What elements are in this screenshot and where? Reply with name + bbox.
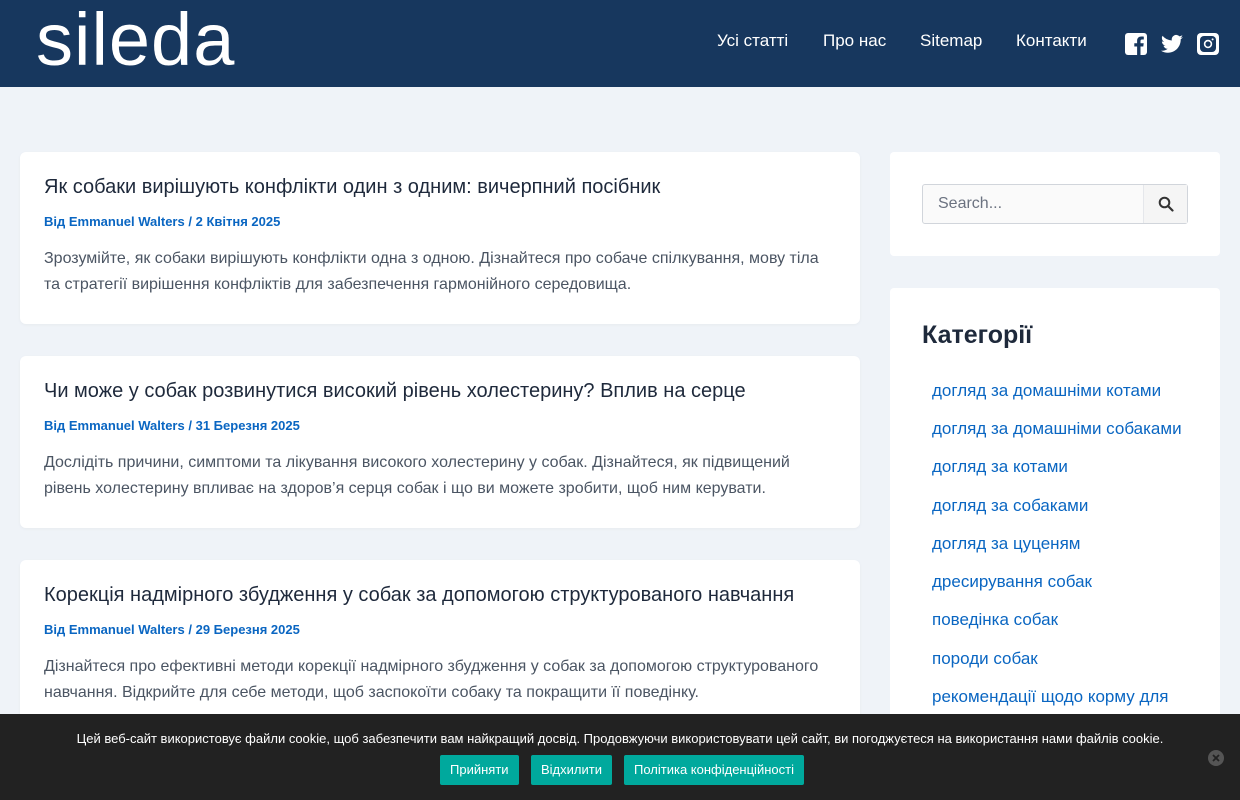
category-link[interactable]: догляд за домашніми котами (932, 381, 1161, 401)
article-date: 31 Березня 2025 (195, 418, 300, 433)
categories-title: Категорії (922, 321, 1033, 349)
search-button[interactable] (1143, 185, 1187, 223)
article-author[interactable]: Emmanuel Walters (69, 622, 185, 637)
close-icon[interactable] (1207, 749, 1225, 767)
cookie-notice: Цей веб-сайт використовує файли cookie, … (0, 714, 1240, 800)
category-link[interactable]: породи собак (932, 649, 1038, 669)
article-meta: Від Emmanuel Walters / 2 Квітня 2025 (44, 214, 280, 229)
article-excerpt: Дослідіть причини, симптоми та лікування… (44, 454, 790, 497)
category-link[interactable]: поведінка собак (932, 610, 1058, 630)
cookie-reject-button[interactable]: Відхилити (531, 755, 612, 785)
cookie-text: Цей веб-сайт використовує файли cookie, … (76, 731, 1164, 746)
cookie-policy-button[interactable]: Політика конфіденційності (624, 755, 804, 785)
category-link[interactable]: догляд за собаками (932, 496, 1088, 516)
article-card: Чи може у собак розвинутися високий ріве… (20, 356, 860, 528)
meta-separator: / (188, 418, 192, 433)
site-logo[interactable]: sileda (36, 0, 235, 83)
meta-separator: / (188, 214, 192, 229)
article-title[interactable]: Корекція надмірного збудження у собак за… (44, 584, 794, 607)
nav-sitemap[interactable]: Sitemap (920, 31, 982, 51)
category-link[interactable]: догляд за домашніми собаками (932, 419, 1182, 439)
twitter-icon[interactable] (1160, 32, 1184, 56)
article-excerpt: Дізнайтеся про ефективні методи корекції… (44, 658, 819, 701)
meta-separator: / (188, 622, 192, 637)
article-card: Як собаки вирішують конфлікти один з одн… (20, 152, 860, 324)
search-icon (1158, 196, 1174, 212)
search-widget (890, 152, 1220, 256)
nav-about[interactable]: Про нас (823, 31, 886, 51)
cookie-accept-button[interactable]: Прийняти (440, 755, 519, 785)
article-date: 2 Квітня 2025 (195, 214, 281, 229)
article-author[interactable]: Emmanuel Walters (69, 418, 185, 433)
site-header: sileda Усі статті Про нас Sitemap Контак… (0, 0, 1240, 87)
category-link[interactable]: дресирування собак (932, 572, 1092, 592)
nav-all-articles[interactable]: Усі статті (717, 31, 788, 51)
article-excerpt: Зрозумійте, як собаки вирішують конфлікт… (44, 250, 819, 293)
category-link[interactable]: рекомендації щодо корму для (932, 687, 1169, 707)
article-meta: Від Emmanuel Walters / 29 Березня 2025 (44, 622, 300, 637)
meta-prefix: Від (44, 214, 66, 229)
article-date: 29 Березня 2025 (195, 622, 300, 637)
meta-prefix: Від (44, 418, 66, 433)
categories-widget: Категорії догляд за домашніми котами дог… (890, 288, 1220, 728)
nav-contacts[interactable]: Контакти (1016, 31, 1087, 51)
category-link[interactable]: догляд за цуценям (932, 534, 1080, 554)
article-meta: Від Emmanuel Walters / 31 Березня 2025 (44, 418, 300, 433)
article-title[interactable]: Чи може у собак розвинутися високий ріве… (44, 380, 746, 403)
article-card: Корекція надмірного збудження у собак за… (20, 560, 860, 740)
search-form (922, 184, 1188, 224)
search-input[interactable] (923, 185, 1143, 223)
article-author[interactable]: Emmanuel Walters (69, 214, 185, 229)
facebook-icon[interactable] (1124, 32, 1148, 56)
instagram-icon[interactable] (1196, 32, 1220, 56)
meta-prefix: Від (44, 622, 66, 637)
article-title[interactable]: Як собаки вирішують конфлікти один з одн… (44, 176, 660, 199)
category-link[interactable]: догляд за котами (932, 457, 1068, 477)
